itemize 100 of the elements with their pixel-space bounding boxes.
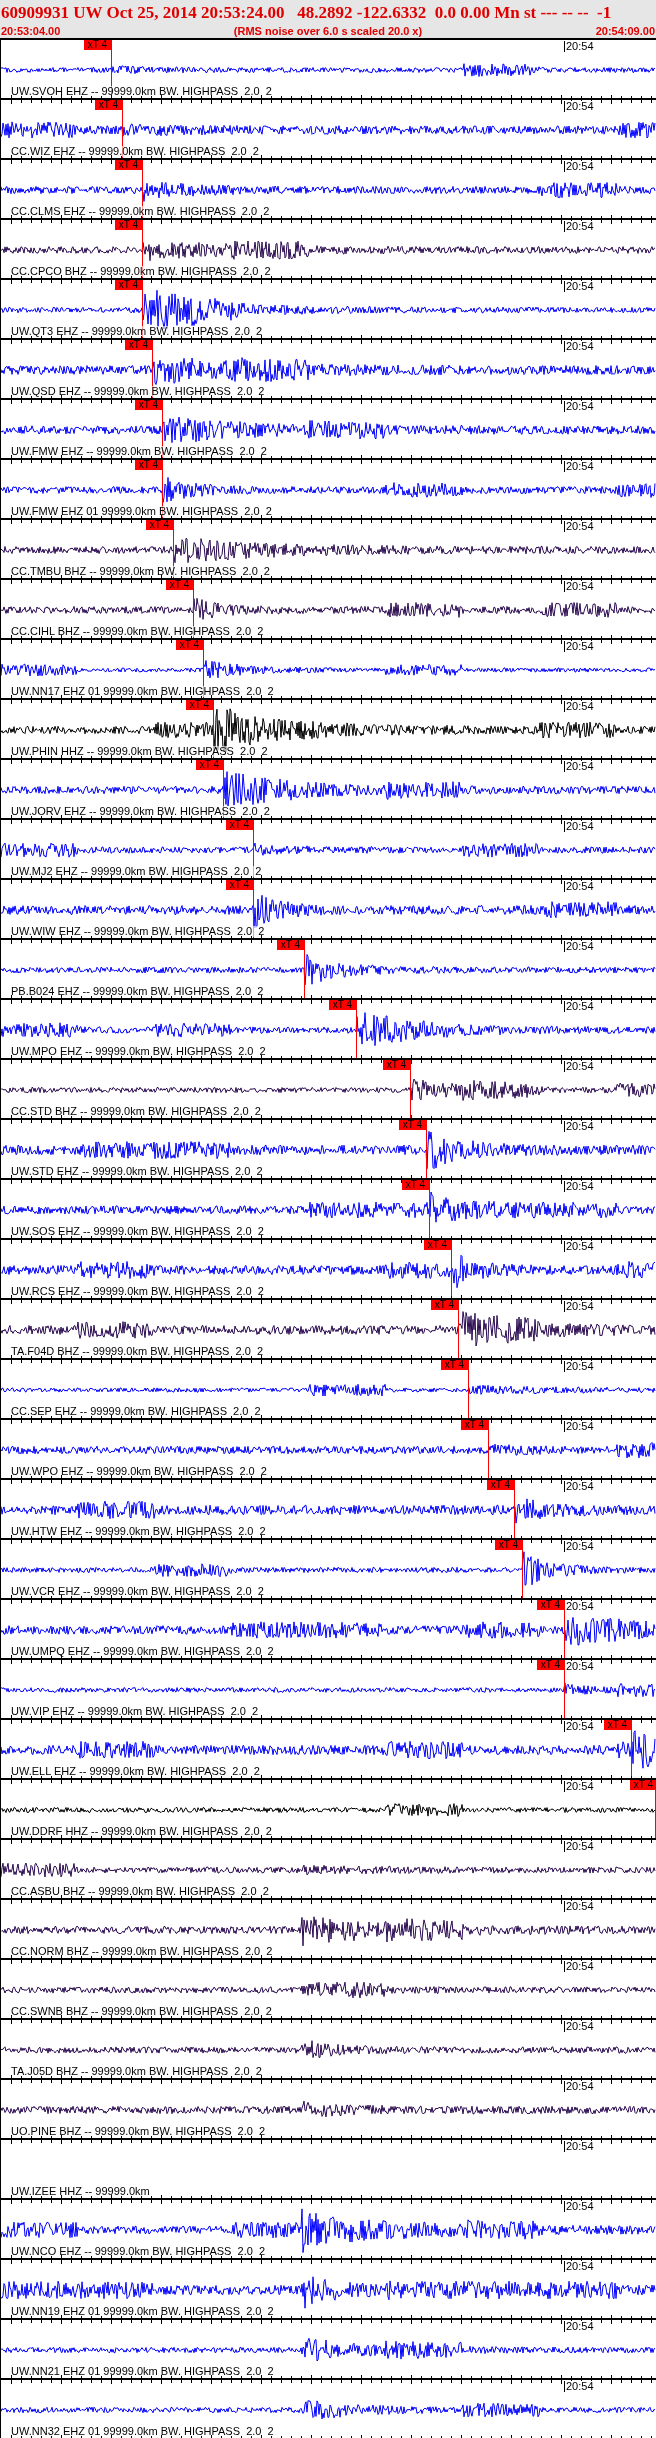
minute-label: 20:54: [564, 41, 595, 52]
minute-label: 20:54: [564, 1121, 595, 1132]
pick-marker: xT 4: [125, 340, 152, 350]
minute-label: 20:54: [564, 101, 595, 112]
pick-line: [468, 1360, 469, 1420]
minute-label: 20:54: [564, 1181, 595, 1192]
minute-label: 20:54: [564, 761, 595, 772]
pick-marker: xT 4: [630, 1780, 656, 1790]
minute-label: 20:54: [564, 2081, 595, 2092]
trace-label: UW.HTW EHZ -- 99999.0km BW. HIGHPASS 2.0 2: [11, 1526, 266, 1537]
trace-label: UW.DDRF HHZ -- 99999.0km BW. HIGHPASS 2.0 2: [11, 1826, 272, 1837]
pick-marker: xT 4: [383, 1060, 410, 1070]
minute-label: 20:54: [564, 881, 595, 892]
minute-label: 20:54: [564, 1841, 595, 1852]
trace-label: UW.MPO EHZ -- 99999.0km BW. HIGHPASS 2.0 2: [11, 1046, 266, 1057]
minute-label: 20:54: [564, 1361, 595, 1372]
trace-label: UW.FMW EHZ -- 99999.0km BW. HIGHPASS 2.0 2: [11, 446, 267, 457]
trace-label: UW.WIW EHZ -- 99999.0km BW. HIGHPASS 2.0 2: [11, 926, 265, 937]
minute-label: 20:54: [564, 941, 595, 952]
trace-label: UW.FMW EHZ 01 99999.0km BW. HIGHPASS 2.0 2: [11, 506, 272, 517]
minute-label: 20:54: [564, 461, 595, 472]
minute-label: 20:54: [564, 221, 595, 232]
minute-label: 20:54: [564, 1481, 595, 1492]
pick-marker: xT 4: [186, 700, 213, 710]
pick-marker: xT 4: [115, 220, 142, 230]
pick-line: [458, 1300, 459, 1360]
pick-marker: xT 4: [329, 1000, 356, 1010]
minute-label: 20:54: [564, 581, 595, 592]
pick-line: [426, 1120, 427, 1180]
pick-line: [193, 580, 194, 640]
pick-marker: xT 4: [196, 760, 223, 770]
pick-marker: xT 4: [166, 580, 193, 590]
pick-line: [488, 1420, 489, 1480]
trace-label: UW.NN19 EHZ 01 99999.0km BW. HIGHPASS 2.0 2: [11, 2306, 274, 2317]
minute-label: 20:54: [564, 521, 595, 532]
trace-label: UW.UMPQ EHZ -- 99999.0km BW. HIGHPASS 2.0 2: [11, 1646, 274, 1657]
pick-marker: xT 4: [115, 160, 142, 170]
trace-label: UW.WPO EHZ -- 99999.0km BW. HIGHPASS 2.0 2: [11, 1466, 267, 1477]
pick-marker: xT 4: [424, 1240, 451, 1250]
trace-label: UW.ELL EHZ -- 99999.0km BW. HIGHPASS 2.0 2: [11, 1766, 260, 1777]
pick-marker: xT 4: [402, 1180, 429, 1190]
trace-label: UW.SVOH EHZ -- 99999.0km BW. HIGHPASS 2.0 2: [11, 86, 272, 97]
trace-label: UW.STD EHZ -- 99999.0km BW. HIGHPASS 2.0 2: [11, 1166, 263, 1177]
trace-label: UO.PINE BHZ -- 99999.0km BW. HIGHPASS 2.0 2: [11, 2126, 266, 2137]
pick-marker: xT 4: [115, 280, 142, 290]
trace-label: CC.TMBU BHZ -- 99999.0km BW. HIGHPASS 2.0 2: [11, 566, 270, 577]
trace-label: PB.B024 EHZ -- 99999.0km BW. HIGHPASS 2.0 2: [11, 986, 264, 997]
trace-label: CC.SEP EHZ -- 99999.0km BW. HIGHPASS 2.0 2: [11, 1406, 261, 1417]
trace-label: TA.F04D BHZ -- 99999.0km BW. HIGHPASS 2.0 2: [11, 1346, 264, 1357]
pick-line: [122, 100, 123, 160]
pick-marker: xT 4: [226, 880, 253, 890]
minute-label: 20:54: [564, 641, 595, 652]
pick-marker: xT 4: [461, 1420, 488, 1430]
trace-label: CC.NORM BHZ -- 99999.0km BW. HIGHPASS 2.0 2: [11, 1946, 273, 1957]
pick-marker: xT 4: [146, 520, 173, 530]
minute-label: 20:54: [564, 401, 595, 412]
minute-label: 20:54: [564, 161, 595, 172]
minute-label: 20:54: [564, 1061, 595, 1072]
pick-line: [213, 700, 214, 760]
trace-label: CC.STD BHZ -- 99999.0km BW. HIGHPASS 2.0 2: [11, 1106, 261, 1117]
trace-label: CC.WIZ EHZ -- 99999.0km BW. HIGHPASS 2.0 2: [11, 146, 259, 157]
end-time: 20:54:09.00: [595, 25, 655, 37]
minute-label: 20:54: [564, 1421, 595, 1432]
pick-marker: xT 4: [399, 1120, 426, 1130]
minute-label: 20:54: [564, 1781, 595, 1792]
pick-marker: xT 4: [176, 640, 203, 650]
pick-marker: xT 4: [226, 820, 253, 830]
pick-marker: xT 4: [537, 1600, 564, 1610]
pick-marker: xT 4: [431, 1300, 458, 1310]
minute-label: 20:54: [564, 281, 595, 292]
trace-label: CC.ASBU BHZ -- 99999.0km BW. HIGHPASS 2.0 2: [11, 1886, 269, 1897]
trace-label: UW.NN17 EHZ 01 99999.0km BW. HIGHPASS 2.0 2: [11, 686, 274, 697]
trace-label: UW.JORV EHZ -- 99999.0km BW. HIGHPASS 2.0 2: [11, 806, 270, 817]
trace-label: UW.VIP EHZ -- 99999.0km BW. HIGHPASS 2.0 2: [11, 1706, 259, 1717]
pick-line: [304, 940, 305, 1000]
pick-marker: xT 4: [135, 400, 162, 410]
pick-marker: xT 4: [487, 1480, 514, 1490]
trace-label: CC.CIHL BHZ -- 99999.0km BW. HIGHPASS 2.0 2: [11, 626, 264, 637]
pick-marker: xT 4: [84, 40, 111, 50]
trace-label: UW.QT3 EHZ -- 99999.0km BW. HIGHPASS 2.0 2: [11, 326, 263, 337]
trace-label: UW.PHIN HHZ -- 99999.0km BW. HIGHPASS 2.0 2: [11, 746, 268, 757]
minute-label: 20:54: [564, 341, 595, 352]
trace-label: TA.J05D BHZ -- 99999.0km BW. HIGHPASS 2.0 2: [11, 2066, 262, 2077]
minute-label: 20:54: [564, 1301, 595, 1312]
pick-marker: xT 4: [277, 940, 304, 950]
trace-label: UW.QSD EHZ -- 99999.0km BW. HIGHPASS 2.0 2: [11, 386, 265, 397]
event-title: 60909931 UW Oct 25, 2014 20:53:24.00 48.2892 -122.6332 0.0 0.00 Mn st --- -- -- -1: [1, 3, 612, 21]
minute-label: 20:54: [564, 2021, 595, 2032]
pick-line: [173, 520, 174, 580]
minute-label: 20:54: [564, 1901, 595, 1912]
pick-line: [356, 1000, 357, 1060]
minute-label: 20:54: [564, 2321, 595, 2332]
minute-label: 20:54: [564, 701, 595, 712]
pick-line: [410, 1060, 411, 1120]
pick-line: [203, 640, 204, 700]
trace-label: UW.VCR EHZ -- 99999.0km BW. HIGHPASS 2.0 2: [11, 1586, 264, 1597]
trace-label: UW.MJ2 EHZ -- 99999.0km BW. HIGHPASS 2.0 2: [11, 866, 262, 877]
minute-label: 20:54: [564, 1241, 595, 1252]
minute-label: 20:54: [564, 1721, 595, 1732]
pick-line: [429, 1180, 430, 1240]
